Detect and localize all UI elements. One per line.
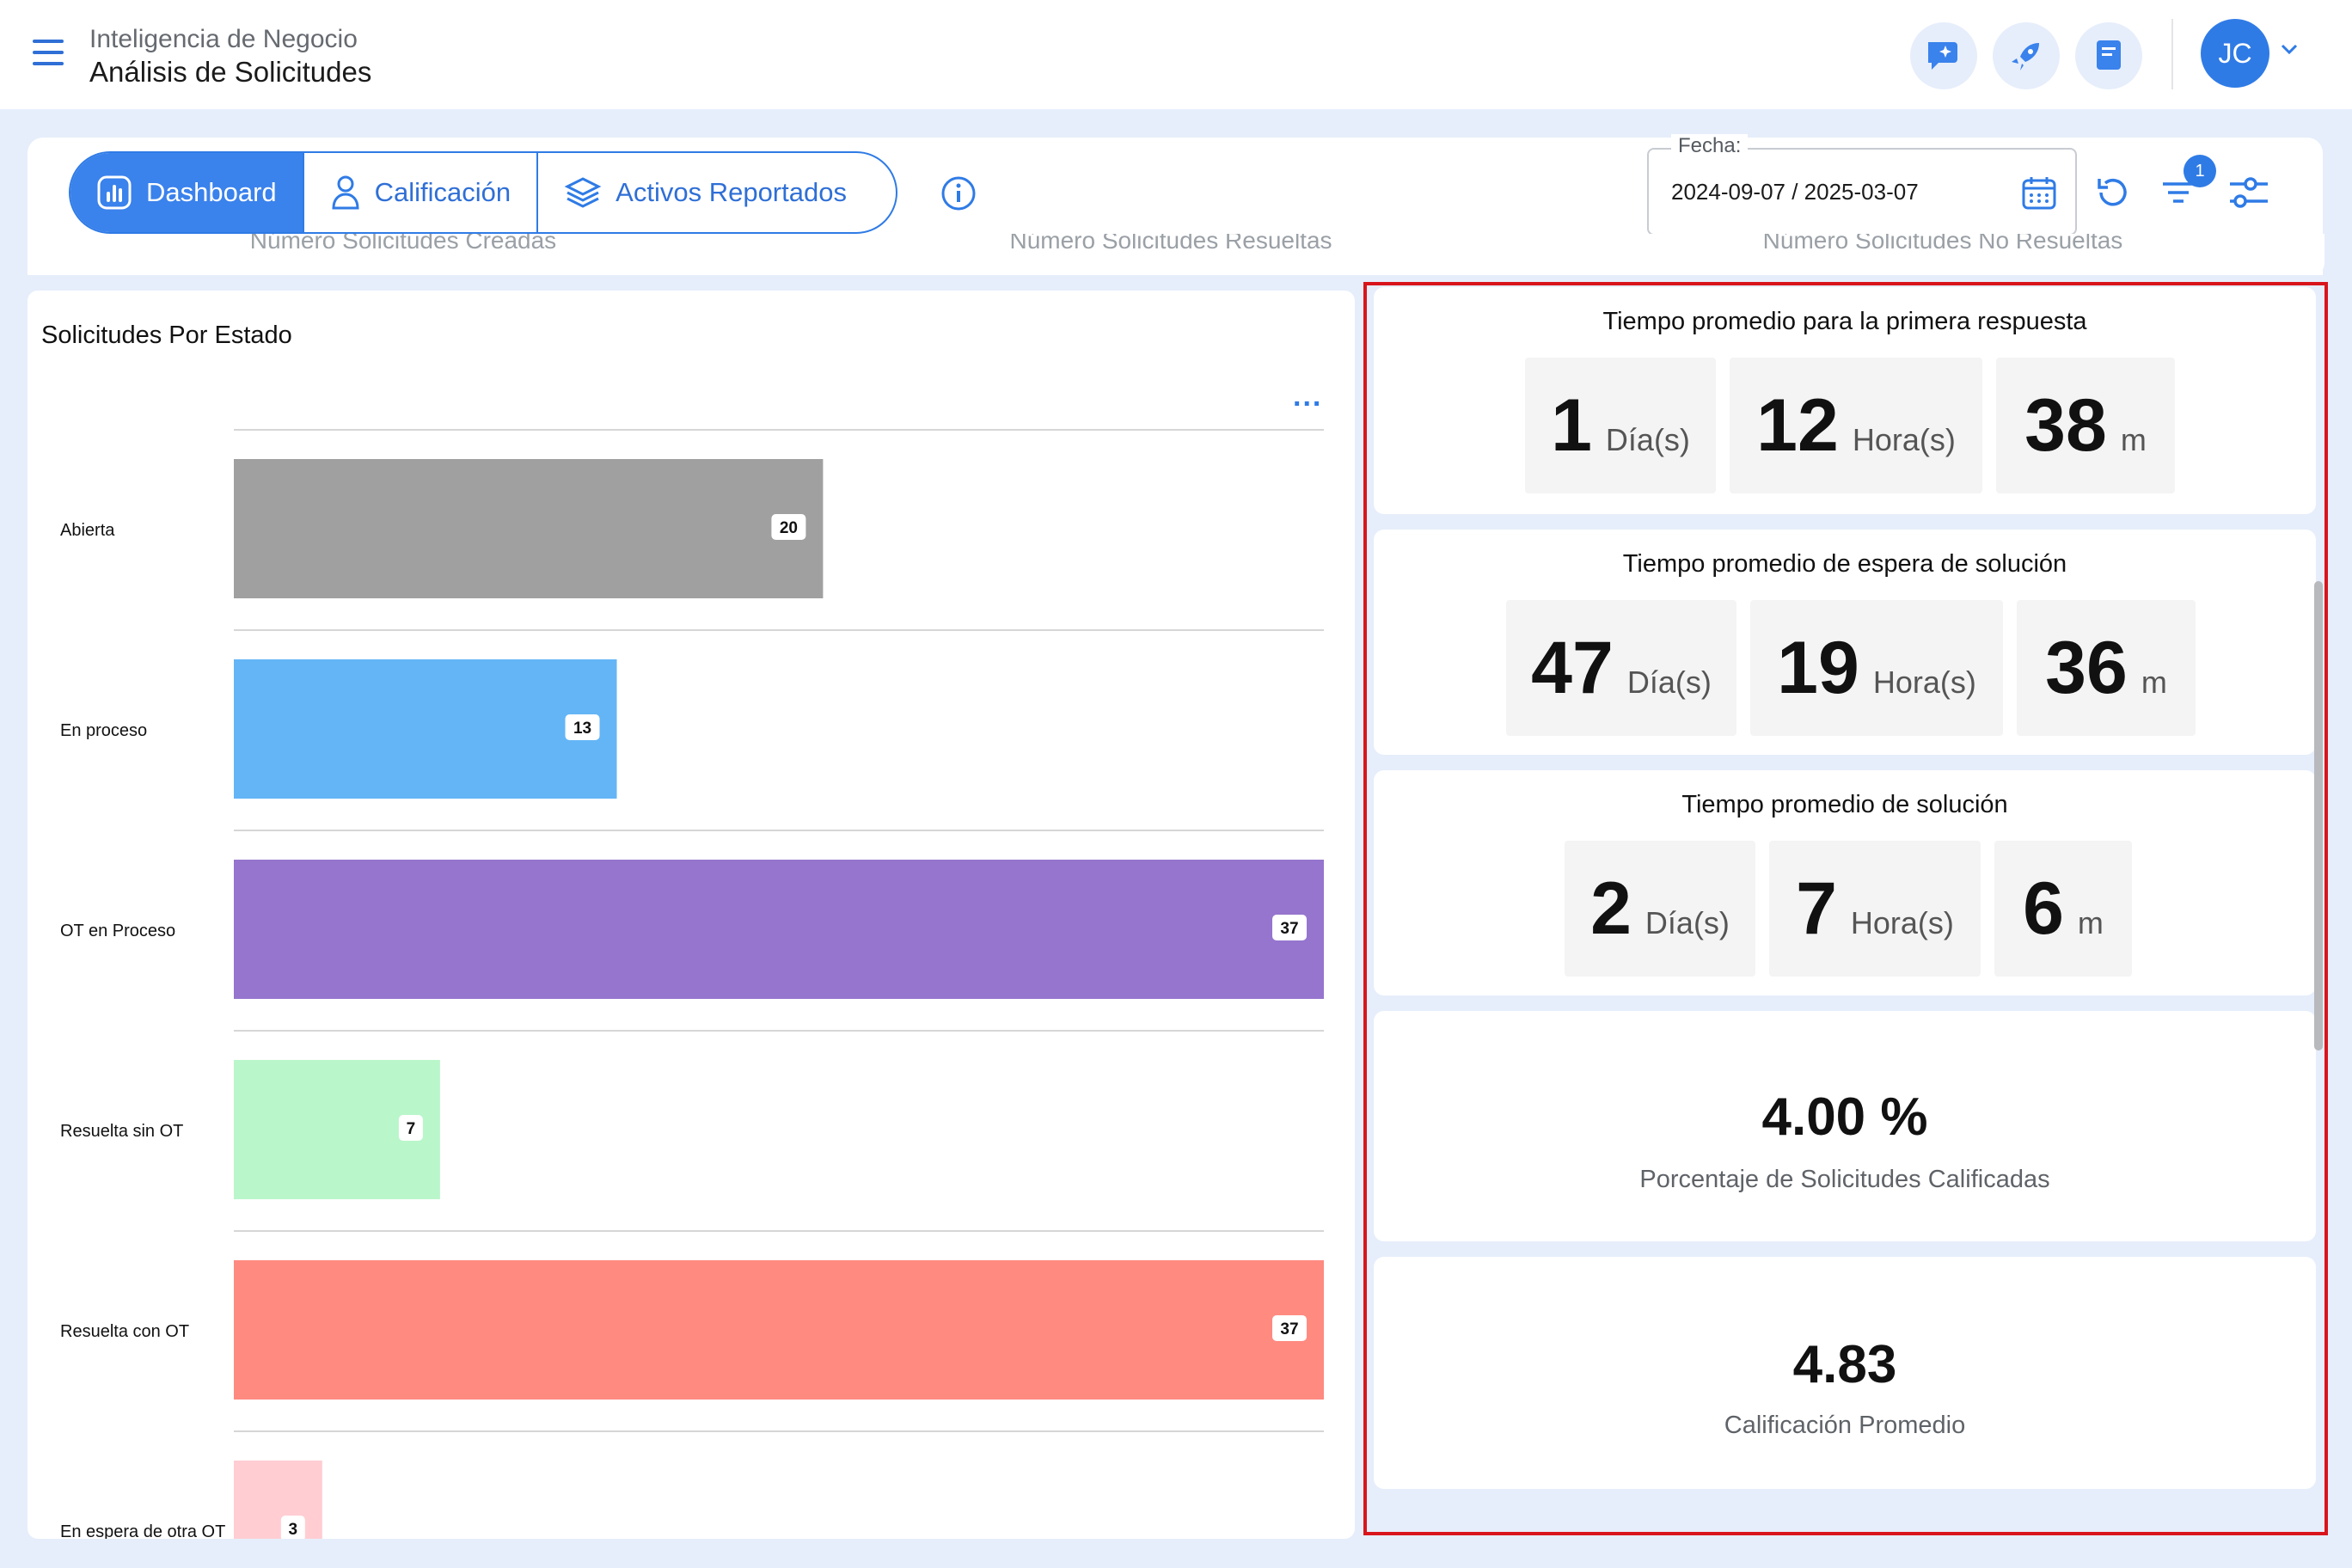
percent-rated-card: 4.00 % Porcentaje de Solicitudes Calific… [1374,1011,2316,1241]
hours-box: 12 Hora(s) [1730,358,1982,493]
days-unit: Día(s) [1645,905,1730,940]
percent-rated-label: Porcentaje de Solicitudes Calificadas [1639,1166,2050,1193]
header-titles: Inteligencia de Negocio Análisis de Soli… [89,24,371,89]
header-subtitle: Inteligencia de Negocio [89,25,358,53]
notebook-icon[interactable] [2075,22,2142,89]
category-label: Resuelta con OT [60,1322,189,1341]
days-box: 2 Día(s) [1565,841,1755,977]
kpi-label: Número Solicitudes No Resueltas [1762,234,2123,254]
layers-icon [564,177,602,208]
avatar[interactable]: JC [2201,19,2269,88]
hours-value: 12 [1756,384,1839,467]
wait-solution-title: Tiempo promedio de espera de solución [1622,550,2067,578]
tab-calificacion-label: Calificación [374,177,511,207]
kpi-label: Número Solicitudes Resueltas [1009,234,1332,254]
filter-count-badge: 1 [2184,155,2216,187]
kpi-card-resolved: Número Solicitudes Resueltas [794,234,1547,275]
tab-dashboard-label: Dashboard [146,177,277,207]
minutes-unit: m [2141,665,2167,700]
solution-title: Tiempo promedio de solución [1681,791,2008,818]
rocket-icon[interactable] [1993,22,2060,89]
minutes-value: 36 [2045,627,2128,709]
chart-card: Solicitudes Por Estado ... Abierta 20 En p… [28,291,1355,1539]
calendar-icon[interactable] [2020,174,2058,211]
chat-sparkle-icon[interactable] [1910,22,1977,89]
hours-unit: Hora(s) [1850,905,1954,940]
bar-en-proceso[interactable] [234,659,617,799]
percent-rated-value: 4.00 % [1761,1087,1928,1147]
date-range-value: 2024-09-07 / 2025-03-07 [1671,179,1919,205]
days-value: 1 [1551,384,1592,467]
hours-unit: Hora(s) [1852,422,1956,457]
user-icon [332,175,359,210]
data-label: 37 [1280,1320,1298,1338]
category-label: Resuelta sin OT [60,1122,183,1141]
date-field-label: Fecha: [1671,134,1749,158]
category-label: En espera de otra OT [60,1522,225,1539]
days-box: 47 Día(s) [1506,600,1736,736]
category-label: OT en Proceso [60,922,175,940]
bar-chart: Abierta 20En proceso 13OT en Proceso 37Resu… [60,429,1324,1539]
minutes-box: 36 m [2017,600,2196,736]
data-label: 37 [1280,920,1298,938]
tab-activos-reportados[interactable]: Activos Reportados [538,153,873,232]
avg-rating-card: 4.83 Calificación Promedio [1374,1257,2316,1489]
category-label: Abierta [60,521,115,540]
tab-calificacion[interactable]: Calificación [304,153,539,232]
top-header: Inteligencia de Negocio Análisis de Soli… [0,0,2352,109]
chevron-down-icon[interactable] [2280,43,2299,55]
bar-en-espera-de-otra-ot[interactable] [234,1461,322,1539]
info-icon[interactable] [940,175,977,211]
days-unit: Día(s) [1626,665,1712,700]
header-divider [2171,19,2173,89]
avg-rating-value: 4.83 [1792,1335,1897,1394]
hours-value: 19 [1777,627,1859,709]
days-box: 1 Día(s) [1525,358,1716,493]
category-label: En proceso [60,721,147,740]
hours-box: 19 Hora(s) [1750,600,2003,736]
data-label: 20 [780,519,798,537]
data-label: 7 [407,1120,416,1138]
refresh-icon[interactable] [2091,170,2135,215]
view-tabs: Dashboard Calificación Activos Reportado… [69,151,897,234]
data-label: 13 [573,720,591,738]
chart-bar-icon [97,175,132,210]
minutes-unit: m [2120,422,2147,457]
bar-ot-en-proceso[interactable] [234,860,1324,999]
wait-solution-card: Tiempo promedio de espera de solución 47… [1374,530,2316,755]
solution-card: Tiempo promedio de solución 2 Día(s) 7 Hor… [1374,770,2316,995]
days-value: 47 [1531,627,1614,709]
hours-value: 7 [1796,867,1837,950]
first-response-card: Tiempo promedio para la primera respuest… [1374,287,2316,514]
minutes-box: 38 m [1996,358,2175,493]
menu-icon[interactable] [33,40,64,65]
minutes-value: 38 [2024,384,2107,467]
minutes-unit: m [2077,905,2104,940]
bar-abierta[interactable] [234,459,824,598]
minutes-box: 6m [1994,841,2132,977]
days-unit: Día(s) [1605,422,1690,457]
first-response-title: Tiempo promedio para la primera respuest… [1602,308,2087,335]
kpi-card-created: Número Solicitudes Creadas [28,234,779,275]
data-label: 3 [289,1521,298,1539]
minutes-value: 6 [2023,867,2064,950]
hours-box: 7 Hora(s) [1769,841,1981,977]
page-title: Análisis de Solicitudes [89,56,372,88]
kpi-label: Número Solicitudes Creadas [249,234,557,254]
metrics-column: Tiempo promedio para la primera respuest… [1365,284,2326,1534]
date-range-field[interactable]: Fecha: 2024-09-07 / 2025-03-07 [1647,134,2077,236]
kpi-card-unresolved: Número Solicitudes No Resueltas [1561,234,2324,275]
tab-activos-label: Activos Reportados [616,177,847,207]
days-value: 2 [1590,867,1632,950]
settings-sliders-icon[interactable] [2226,170,2271,215]
hours-unit: Hora(s) [1872,665,1976,700]
scrollbar[interactable] [2314,581,2323,1050]
tab-dashboard[interactable]: Dashboard [70,153,304,232]
avg-rating-label: Calificación Promedio [1724,1412,1966,1439]
bar-resuelta-con-ot[interactable] [234,1260,1324,1400]
